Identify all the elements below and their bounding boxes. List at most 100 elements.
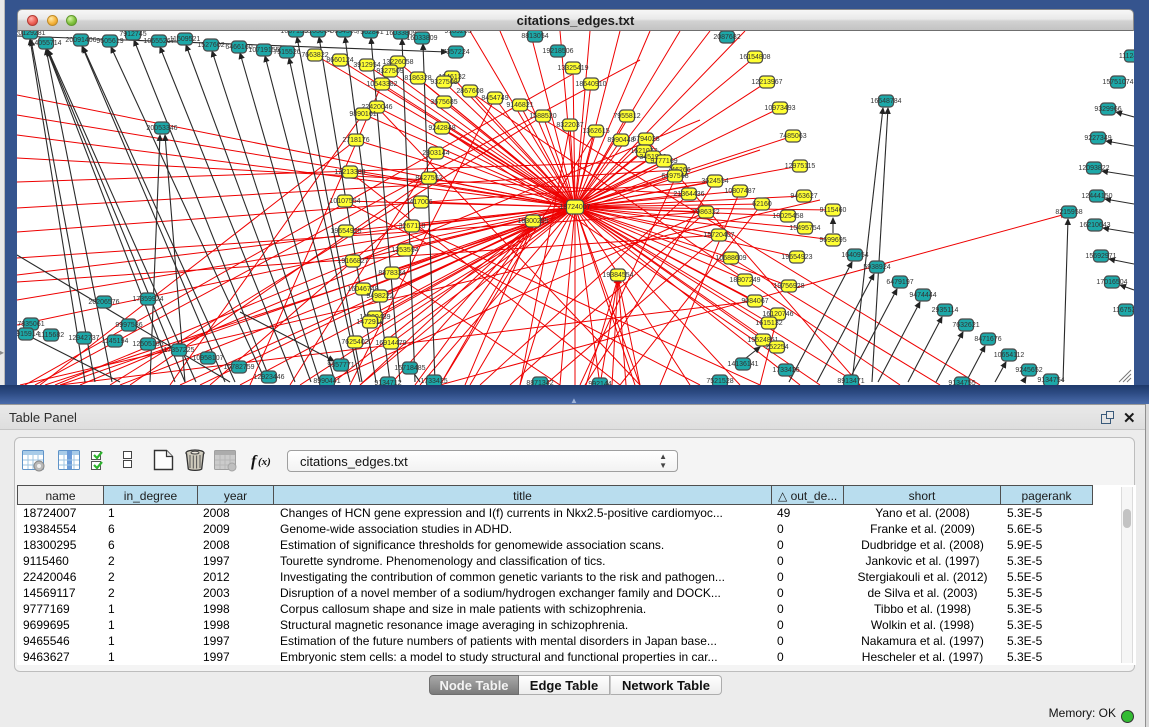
svg-text:15720407: 15720407 — [703, 232, 734, 239]
svg-text:19218506: 19218506 — [542, 48, 573, 55]
svg-text:2935114: 2935114 — [932, 307, 959, 314]
svg-text:18300295: 18300295 — [517, 218, 548, 225]
svg-text:9474444: 9474444 — [909, 292, 936, 299]
svg-text:7955812: 7955812 — [613, 113, 640, 120]
svg-text:9699695: 9699695 — [819, 237, 846, 244]
svg-text:10107554: 10107554 — [329, 198, 360, 205]
svg-text:7912745: 7912745 — [119, 31, 146, 38]
svg-text:9115460: 9115460 — [820, 207, 847, 214]
svg-text:10543382: 10543382 — [366, 81, 397, 88]
svg-text:9327509: 9327509 — [376, 68, 403, 75]
svg-text:19166827: 19166827 — [337, 258, 368, 265]
svg-text:15718485: 15718485 — [394, 365, 425, 372]
svg-text:18640910: 18640910 — [575, 81, 606, 88]
svg-text:9227349: 9227349 — [1084, 135, 1111, 142]
svg-text:2087682: 2087682 — [713, 34, 740, 41]
svg-text:8454749: 8454749 — [481, 95, 508, 102]
svg-text:14055714: 14055714 — [30, 40, 61, 47]
svg-text:9463627: 9463627 — [790, 193, 817, 200]
svg-text:7521528: 7521528 — [706, 378, 733, 385]
svg-text:1145194: 1145194 — [102, 338, 129, 345]
svg-text:7835061: 7835061 — [17, 321, 44, 328]
svg-text:12213967: 12213967 — [751, 79, 782, 86]
svg-text:3915914: 3915914 — [17, 331, 40, 338]
svg-text:417006: 417006 — [409, 199, 432, 206]
svg-text:7632621: 7632621 — [952, 322, 979, 329]
svg-text:9084067: 9084067 — [741, 298, 768, 305]
svg-text:8471676: 8471676 — [974, 336, 1001, 343]
svg-text:8990441: 8990441 — [313, 378, 340, 385]
svg-text:13325419: 13325419 — [557, 65, 588, 72]
svg-text:9242848: 9242848 — [428, 125, 455, 132]
svg-text:8215958: 8215958 — [1055, 209, 1082, 216]
svg-text:16033809: 16033809 — [406, 35, 437, 42]
svg-text:16914479: 16914479 — [375, 340, 406, 347]
svg-text:2718176: 2718176 — [342, 137, 369, 144]
svg-text:2867608: 2867608 — [456, 88, 483, 95]
svg-text:19654923: 19654923 — [781, 254, 812, 261]
svg-text:9634505: 9634505 — [330, 31, 357, 35]
svg-text:7515526: 7515526 — [273, 49, 300, 56]
svg-text:19384554: 19384554 — [602, 272, 633, 279]
svg-text:1588520: 1588520 — [529, 113, 556, 120]
svg-text:1733426: 1733426 — [772, 367, 799, 374]
svg-text:1733425: 1733425 — [420, 378, 447, 385]
svg-text:1167533: 1167533 — [1113, 307, 1134, 314]
svg-text:252254: 252254 — [765, 344, 788, 351]
svg-text:1615132: 1615132 — [755, 320, 782, 327]
svg-text:1362615: 1362615 — [582, 128, 609, 135]
svg-text:18724007: 18724007 — [559, 204, 590, 211]
svg-text:16782759: 16782759 — [223, 364, 254, 371]
svg-text:9857771: 9857771 — [327, 362, 354, 369]
svg-text:7986322: 7986322 — [692, 209, 719, 216]
svg-text:6479197: 6479197 — [886, 279, 913, 286]
svg-text:7625402: 7625402 — [341, 339, 368, 346]
svg-text:8990448: 8990448 — [607, 137, 634, 144]
svg-text:9997586: 9997586 — [115, 322, 142, 329]
svg-text:19654925: 19654925 — [330, 228, 361, 235]
svg-text:17359924: 17359924 — [132, 296, 163, 303]
svg-text:10958107: 10958107 — [192, 355, 223, 362]
svg-text:(x): (x) — [258, 456, 271, 468]
svg-text:8427552: 8427552 — [415, 175, 442, 182]
svg-text:15751074: 15751074 — [1102, 79, 1133, 86]
svg-text:19756928: 19756928 — [773, 283, 804, 290]
svg-text:9245652: 9245652 — [1015, 367, 1042, 374]
svg-text:12444150: 12444150 — [1081, 193, 1112, 200]
svg-text:10688609: 10688609 — [715, 255, 746, 262]
svg-text:12213389: 12213389 — [334, 169, 365, 176]
svg-text:15692971: 15692971 — [1085, 253, 1116, 260]
svg-text:8813054: 8813054 — [521, 33, 548, 40]
svg-text:3675685: 3675685 — [430, 99, 457, 106]
svg-text:2803144: 2803144 — [422, 150, 449, 157]
svg-text:11509521: 11509521 — [170, 36, 201, 43]
svg-text:6497568: 6497568 — [661, 173, 688, 180]
svg-text:10654112: 10654112 — [994, 352, 1025, 359]
svg-text:8322037: 8322037 — [556, 122, 583, 129]
svg-text:7562841: 7562841 — [356, 31, 383, 36]
svg-text:1353594: 1353594 — [391, 247, 418, 254]
svg-text:12505185: 12505185 — [132, 341, 163, 348]
svg-text:1472910: 1472910 — [356, 319, 383, 326]
svg-text:10973493: 10973493 — [764, 105, 795, 112]
svg-text:8878334: 8878334 — [378, 270, 405, 277]
svg-text:20206576: 20206576 — [88, 299, 119, 306]
svg-text:7663822: 7663822 — [301, 52, 328, 59]
svg-text:12975115: 12975115 — [785, 163, 816, 170]
svg-text:14136141: 14136141 — [727, 361, 758, 368]
svg-text:7357224: 7357224 — [442, 49, 469, 56]
svg-text:9329966: 9329966 — [1094, 106, 1121, 113]
svg-text:9890161: 9890161 — [349, 111, 376, 118]
svg-text:16648784: 16648784 — [870, 98, 901, 105]
svg-text:20091406: 20091406 — [65, 37, 96, 44]
svg-text:f: f — [251, 453, 258, 470]
svg-text:9189203: 9189203 — [444, 31, 471, 35]
svg-text:9498222: 9498222 — [366, 293, 393, 300]
svg-text:20053346: 20053346 — [146, 125, 177, 132]
svg-text:8660124: 8660124 — [326, 57, 353, 64]
svg-text:12942737: 12942737 — [68, 335, 99, 342]
svg-text:12093822: 12093822 — [1078, 165, 1109, 172]
svg-text:12923446: 12923446 — [253, 374, 284, 381]
svg-text:3267110: 3267110 — [399, 223, 426, 230]
svg-text:62160: 62160 — [752, 201, 772, 208]
